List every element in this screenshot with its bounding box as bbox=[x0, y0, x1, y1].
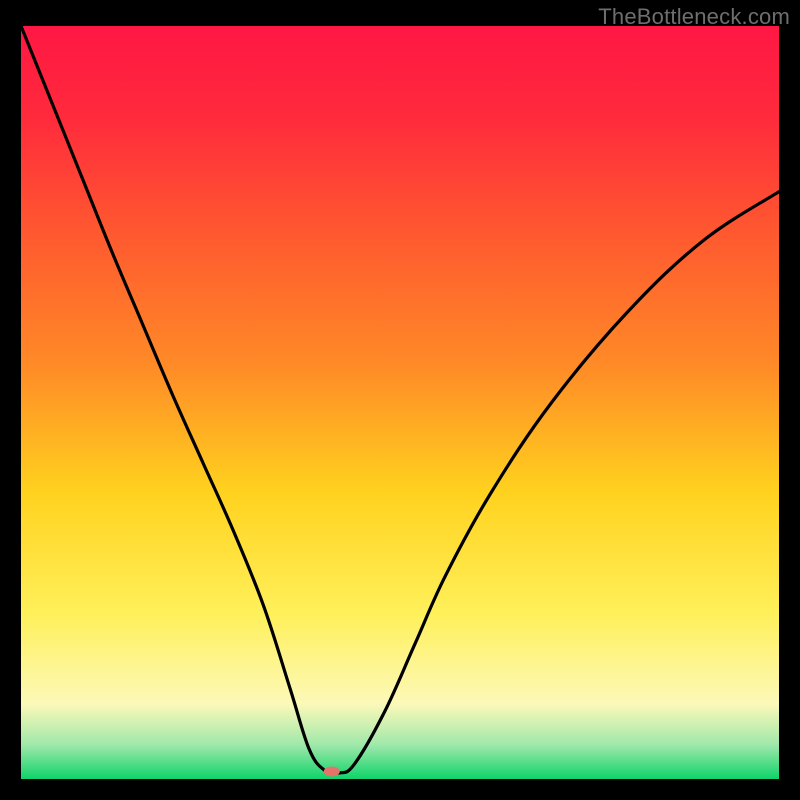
optimal-marker bbox=[324, 766, 340, 776]
chart-svg bbox=[21, 26, 779, 779]
chart-frame: TheBottleneck.com bbox=[0, 0, 800, 800]
gradient-background bbox=[21, 26, 779, 779]
plot-area bbox=[21, 26, 779, 779]
